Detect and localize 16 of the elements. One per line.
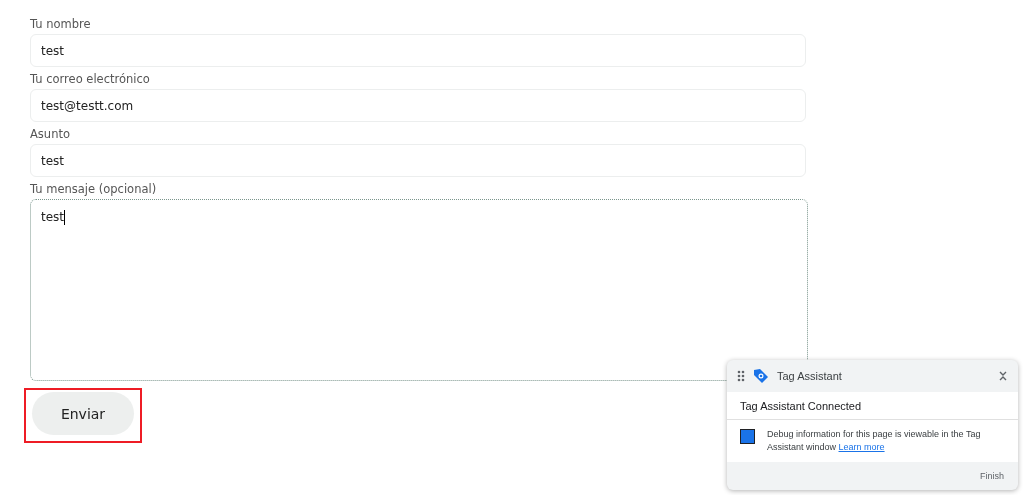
finish-button[interactable]: Finish	[978, 469, 1006, 483]
tag-icon	[753, 368, 769, 384]
field-label: Asunto	[30, 127, 71, 141]
debug-message: Debug information for this page is viewable in the Tag Assistant window Learn more	[767, 428, 982, 454]
input-field[interactable]: test	[30, 34, 806, 67]
field-label: Tu correo electrónico	[30, 72, 151, 86]
input-field[interactable]: test	[30, 144, 806, 177]
collapse-icon[interactable]	[998, 370, 1008, 382]
submit-button[interactable]: Enviar	[32, 392, 134, 435]
field-label: Tu mensaje (opcional)	[30, 182, 158, 196]
learn-more-link[interactable]: Learn more	[838, 442, 885, 452]
field-label: Tu nombre	[30, 17, 92, 31]
drag-handle-icon[interactable]	[737, 370, 745, 382]
square-icon	[740, 429, 755, 444]
input-field[interactable]: test@testt.com	[30, 89, 806, 122]
connection-status: Tag Assistant Connected	[727, 392, 1018, 420]
